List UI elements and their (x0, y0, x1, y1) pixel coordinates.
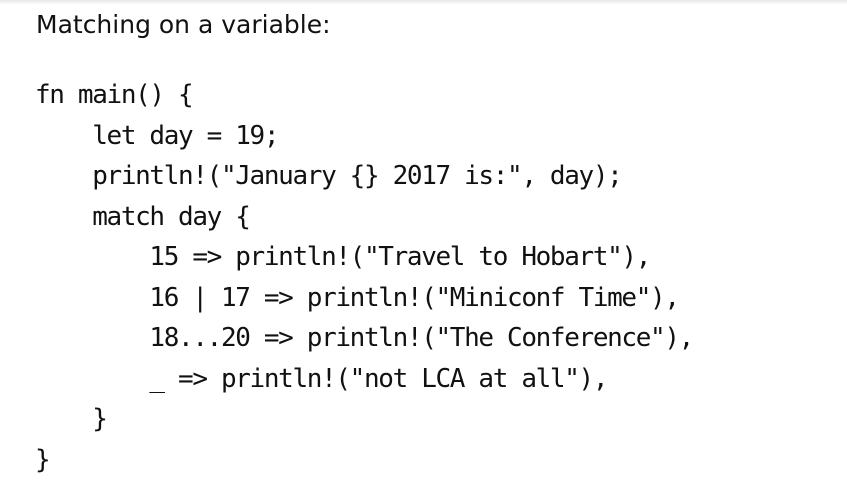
code-line: _ => println!("not LCA at all"), (35, 363, 608, 394)
slide: Matching on a variable: fn main() { let … (0, 0, 847, 482)
code-line: } (35, 404, 108, 434)
code-line: let day = 19; (35, 120, 279, 151)
code-block: fn main() { let day = 19; println!("Janu… (35, 75, 694, 480)
code-line: 16 | 17 => println!("Miniconf Time"), (35, 282, 680, 313)
code-line: 18...20 => println!("The Conference"), (35, 323, 694, 353)
slide-heading: Matching on a variable: (36, 10, 331, 39)
code-line: fn main() { (35, 80, 194, 110)
code-line: } (35, 444, 51, 475)
code-line: 15 => println!("Travel to Hobart"), (35, 242, 651, 272)
code-line: match day { (35, 201, 251, 232)
code-line: println!("January {} 2017 is:", day); (35, 161, 623, 191)
